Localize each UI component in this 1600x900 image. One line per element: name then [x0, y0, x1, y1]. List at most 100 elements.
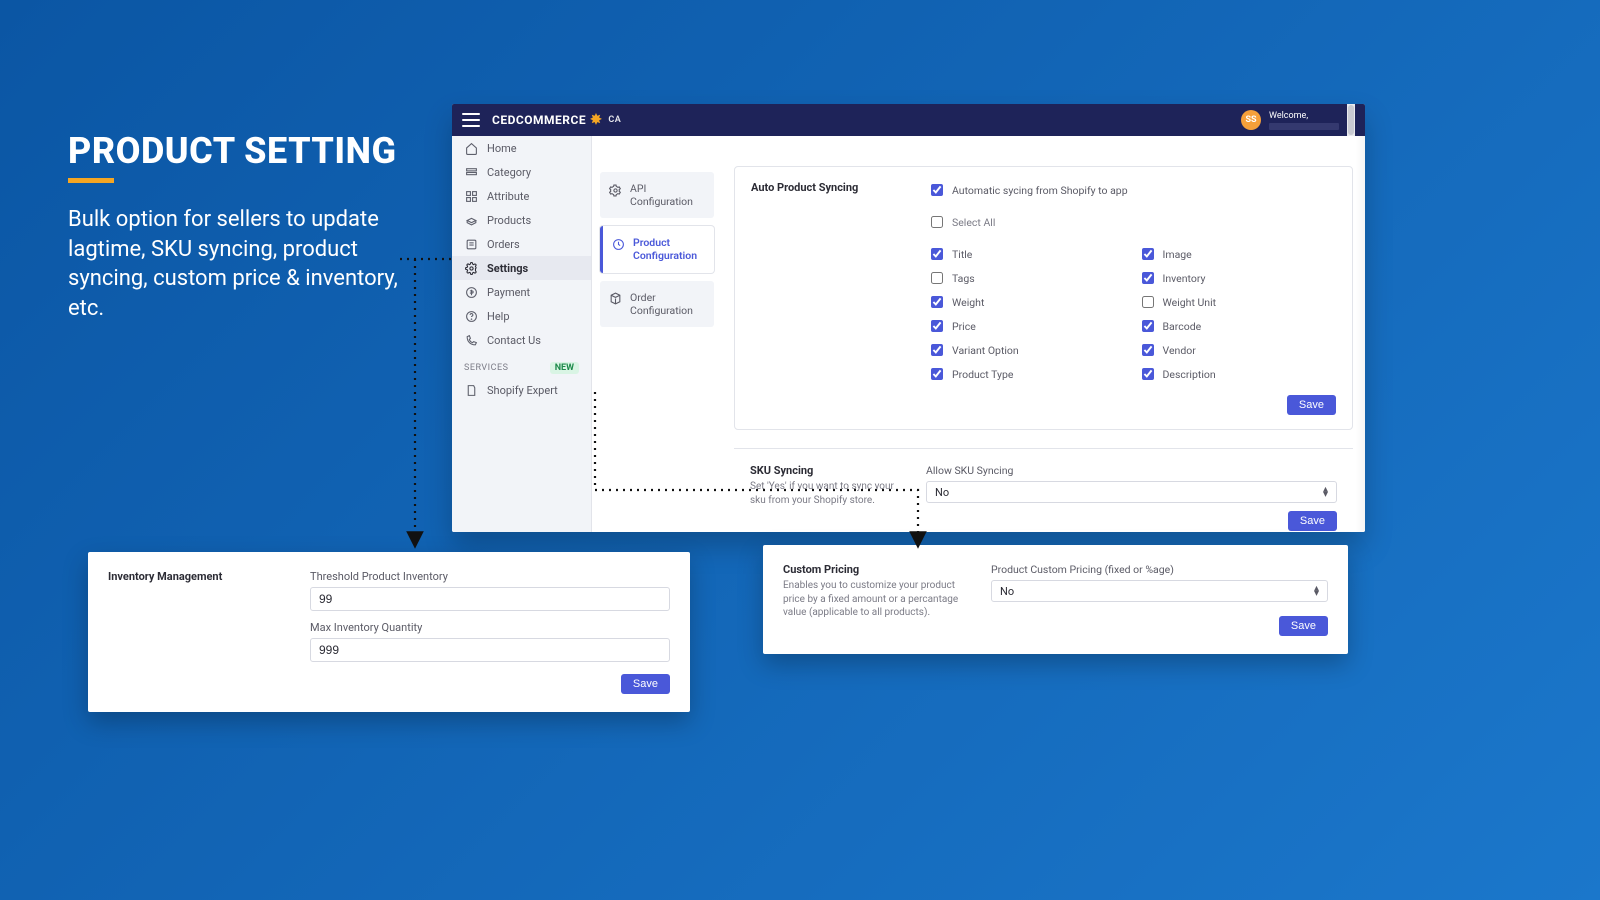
sync-option-checkbox[interactable]: [931, 320, 943, 332]
pricing-field-label: Product Custom Pricing (fixed or %age): [991, 563, 1328, 576]
max-qty-label: Max Inventory Quantity: [310, 621, 670, 634]
settings-icon: [464, 261, 478, 275]
sidebar-item-category[interactable]: Category: [452, 160, 591, 184]
help-icon: [464, 309, 478, 323]
auto-sync-label: Automatic sycing from Shopify to app: [952, 184, 1128, 197]
sync-option-label: Product Type: [952, 368, 1013, 381]
sidebar-item-home[interactable]: Home: [452, 136, 591, 160]
category-icon: [464, 165, 478, 179]
avatar[interactable]: SS: [1241, 110, 1261, 130]
promo-block: PRODUCT SETTING Bulk option for sellers …: [68, 130, 428, 324]
subnav-label: Order Configuration: [630, 291, 706, 317]
sync-option[interactable]: Price: [927, 317, 1126, 335]
caret-icon: ▴▾: [1314, 586, 1319, 596]
caret-icon: ▴▾: [1323, 487, 1328, 497]
subnav-product-config[interactable]: Product Configuration: [600, 226, 714, 272]
pricing-save-button[interactable]: Save: [1279, 616, 1328, 636]
window-scrollbar[interactable]: [1347, 104, 1355, 136]
sync-option-label: Price: [952, 320, 976, 333]
sku-title: SKU Syncing: [750, 464, 910, 477]
sync-option-checkbox[interactable]: [931, 296, 943, 308]
select-all-label: Select All: [952, 216, 995, 229]
promo-underline: [68, 178, 114, 183]
sync-option[interactable]: Barcode: [1138, 317, 1337, 335]
sku-select[interactable]: No ▴▾: [926, 481, 1337, 503]
sidebar-item-label: Settings: [487, 262, 528, 275]
sync-option-checkbox[interactable]: [931, 344, 943, 356]
max-qty-input[interactable]: [310, 638, 670, 662]
sync-option-checkbox[interactable]: [931, 272, 943, 284]
sync-option-label: Description: [1163, 368, 1216, 381]
sync-option[interactable]: Description: [1138, 365, 1337, 383]
brand-suffix: CA: [608, 115, 621, 125]
sku-save-button[interactable]: Save: [1288, 511, 1337, 531]
select-all-checkbox[interactable]: [931, 216, 943, 228]
sync-option-label: Inventory: [1163, 272, 1206, 285]
sidebar-item-help[interactable]: Help: [452, 304, 591, 328]
sidebar-item-attribute[interactable]: Attribute: [452, 184, 591, 208]
sync-option[interactable]: Tags: [927, 269, 1126, 287]
promo-body: Bulk option for sellers to update lagtim…: [68, 205, 428, 324]
threshold-input[interactable]: [310, 587, 670, 611]
sidebar-item-contact[interactable]: Contact Us: [452, 328, 591, 352]
field-threshold: Threshold Product Inventory: [310, 570, 670, 611]
sync-option[interactable]: Variant Option: [927, 341, 1126, 359]
orders-icon: [464, 237, 478, 251]
section-sku-sync: SKU Syncing Set 'Yes' if you want to syn…: [734, 449, 1353, 532]
sidebar-item-label: Category: [487, 166, 531, 179]
sku-desc: Set 'Yes' if you want to sync your sku f…: [750, 480, 910, 507]
welcome-name-placeholder: [1269, 123, 1339, 130]
pricing-select-value: No: [1000, 585, 1014, 598]
menu-toggle[interactable]: [462, 113, 480, 127]
shopify-icon: [464, 383, 478, 397]
sync-option-checkbox[interactable]: [931, 248, 943, 260]
sync-option[interactable]: Weight: [927, 293, 1126, 311]
auto-sync-save-button[interactable]: Save: [1287, 395, 1336, 415]
sync-option[interactable]: Title: [927, 245, 1126, 263]
sync-option-checkbox[interactable]: [1142, 296, 1154, 308]
sync-option-label: Weight Unit: [1163, 296, 1217, 309]
sidebar-item-label: Payment: [487, 286, 530, 299]
sku-select-value: No: [935, 486, 949, 499]
sync-option[interactable]: Inventory: [1138, 269, 1337, 287]
sidebar-item-shopify-expert[interactable]: Shopify Expert: [452, 378, 591, 402]
sidebar-item-label: Shopify Expert: [487, 384, 558, 397]
welcome-block: Welcome,: [1269, 111, 1339, 130]
auto-sync-checkbox[interactable]: [931, 184, 943, 196]
sync-option[interactable]: Vendor: [1138, 341, 1337, 359]
sidebar-item-settings[interactable]: Settings: [452, 256, 591, 280]
pricing-select[interactable]: No ▴▾: [991, 580, 1328, 602]
sync-option[interactable]: Weight Unit: [1138, 293, 1337, 311]
sidebar-item-orders[interactable]: Orders: [452, 232, 591, 256]
package-icon: [608, 292, 622, 306]
promo-title: PRODUCT SETTING: [68, 130, 428, 172]
sync-option-checkbox[interactable]: [1142, 368, 1154, 380]
subnav-order-config[interactable]: Order Configuration: [600, 281, 714, 327]
sync-option-label: Tags: [952, 272, 975, 285]
sidebar-item-label: Contact Us: [487, 334, 541, 347]
sync-options-grid: Title Image Tags Inventory Weight Weight Unit…: [927, 245, 1336, 383]
payment-icon: [464, 285, 478, 299]
auto-sync-toggle[interactable]: Automatic sycing from Shopify to app: [927, 181, 1336, 199]
inventory-save-button[interactable]: Save: [621, 674, 670, 694]
sidebar-item-label: Help: [487, 310, 510, 323]
sync-option-label: Weight: [952, 296, 984, 309]
sidebar-item-payment[interactable]: Payment: [452, 280, 591, 304]
sync-option-checkbox[interactable]: [1142, 320, 1154, 332]
sidebar: Home Category Attribute Products Orders …: [452, 136, 592, 532]
sync-option-checkbox[interactable]: [931, 368, 943, 380]
card-inventory: Inventory Management Threshold Product I…: [88, 552, 690, 712]
sync-option[interactable]: Product Type: [927, 365, 1126, 383]
sync-option-checkbox[interactable]: [1142, 272, 1154, 284]
sync-option[interactable]: Image: [1138, 245, 1337, 263]
clock-icon: [611, 237, 625, 251]
sync-option-checkbox[interactable]: [1142, 344, 1154, 356]
sync-option-label: Image: [1163, 248, 1192, 261]
app-edge-shadow: [1355, 136, 1365, 532]
subnav-api-config[interactable]: API Configuration: [600, 172, 714, 218]
sidebar-item-label: Home: [487, 142, 517, 155]
sidebar-item-products[interactable]: Products: [452, 208, 591, 232]
sync-option-checkbox[interactable]: [1142, 248, 1154, 260]
select-all-toggle[interactable]: Select All: [927, 213, 1336, 231]
field-max-qty: Max Inventory Quantity: [310, 621, 670, 662]
